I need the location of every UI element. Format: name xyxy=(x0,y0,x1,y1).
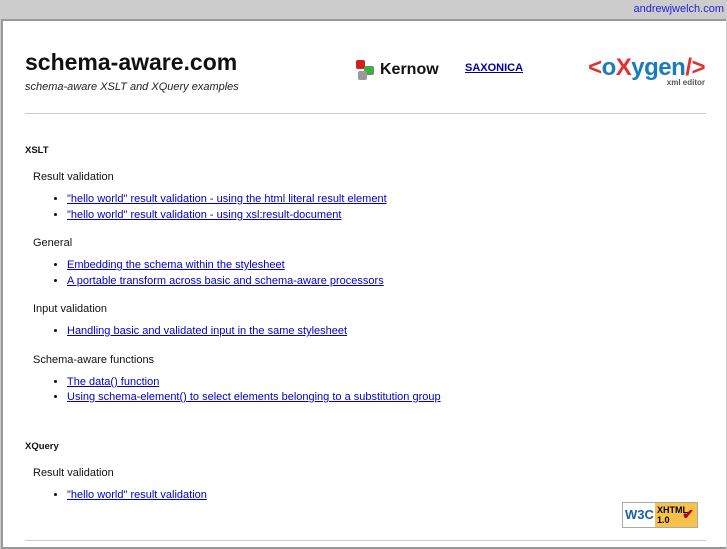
list-item: The data() function xyxy=(67,375,705,391)
site-subtitle: schema-aware XSLT and XQuery examples xyxy=(25,81,239,93)
w3c-xhtml-badge[interactable]: W3C XHTML 1.0 ✔ xyxy=(622,502,698,528)
saxonica-link[interactable]: SAXONICA xyxy=(465,62,523,74)
check-icon: ✔ xyxy=(682,506,694,522)
list-item: Using schema-element() to select element… xyxy=(67,390,705,406)
list-item: A portable transform across basic and sc… xyxy=(67,274,705,290)
page-container: schema-aware.com schema-aware XSLT and X… xyxy=(1,19,726,549)
group-title: Result validation xyxy=(33,171,114,183)
list-item: Embedding the schema within the styleshe… xyxy=(67,258,705,274)
w3c-text: W3C xyxy=(623,503,655,527)
list-item: "hello world" result validation - using … xyxy=(67,208,705,224)
list-item: Handling basic and validated input in th… xyxy=(67,324,705,340)
oxygen-logo[interactable]: <oXygen/> xml editor xyxy=(573,54,705,87)
group-title: Result validation xyxy=(33,467,114,479)
andrewjwelch-link[interactable]: andrewjwelch.com xyxy=(634,3,724,15)
example-link[interactable]: Using schema-element() to select element… xyxy=(67,391,441,403)
group-title: Schema-aware functions xyxy=(33,353,155,366)
example-link[interactable]: "hello world" result validation xyxy=(67,489,207,501)
example-link[interactable]: A portable transform across basic and sc… xyxy=(67,275,384,287)
example-link[interactable]: "hello world" result validation - using … xyxy=(67,209,341,221)
divider-bottom xyxy=(25,540,706,541)
example-link[interactable]: Handling basic and validated input in th… xyxy=(67,325,347,337)
example-link[interactable]: "hello world" result validation - using … xyxy=(67,193,387,205)
kernow-label: Kernow xyxy=(380,61,439,78)
list-item: "hello world" result validation xyxy=(67,488,705,504)
group-title: Input validation xyxy=(33,303,107,315)
top-bar: andrewjwelch.com xyxy=(0,0,727,19)
kernow-logo[interactable]: Kernow xyxy=(355,59,439,81)
example-link[interactable]: The data() function xyxy=(67,376,159,388)
group-title: General xyxy=(33,237,73,249)
example-link[interactable]: Embedding the schema within the styleshe… xyxy=(67,259,285,271)
divider-top xyxy=(25,113,706,114)
kernow-cubes-icon xyxy=(356,60,374,80)
site-title: schema-aware.com xyxy=(25,49,238,75)
list-item: "hello world" result validation - using … xyxy=(67,192,705,208)
